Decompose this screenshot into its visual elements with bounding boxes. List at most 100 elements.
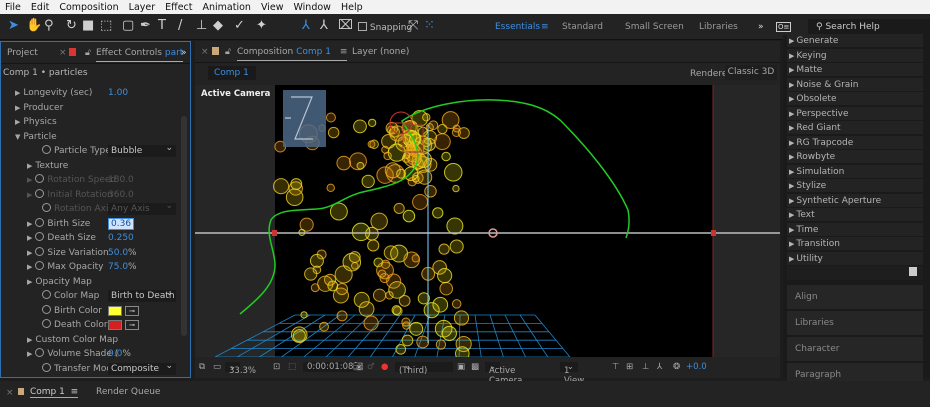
eraser-tool-icon[interactable]: ◆ [213,18,223,33]
panel-overflow-icon[interactable]: » [181,48,187,58]
collapsed-arrow-icon[interactable]: ▶ [27,263,32,271]
region-of-interest-icon[interactable]: ▣ [457,362,465,372]
collapsed-arrow-icon[interactable]: ▶ [27,336,32,344]
stopwatch-icon[interactable] [35,188,45,198]
tab-layer[interactable]: Layer (none) [352,47,409,57]
menu-composition[interactable]: Composition [54,2,123,13]
monitor-icon[interactable]: ▭ [213,362,221,372]
property-row[interactable]: ▶ Longevity (sec) 1.00 [1,86,179,100]
close-tab-icon[interactable]: × [59,48,67,58]
stopwatch-icon[interactable] [35,246,45,256]
tab-timeline-comp[interactable]: Comp 1 ≡ [30,387,79,398]
snapping-checkbox[interactable]: Snapping [358,22,412,33]
collapsed-arrow-icon[interactable]: ▶ [27,176,32,184]
effect-category[interactable]: ▶ Stylize [787,179,923,193]
property-row[interactable]: ▶ Size Variation 50.0% [1,246,179,260]
color-swatch[interactable] [108,320,122,330]
reset-exposure-icon[interactable]: ❂ [673,362,680,372]
workspace-essentials[interactable]: Essentials [495,22,540,32]
property-value[interactable]: 0.36 [108,217,135,231]
workspace-libraries[interactable]: Libraries [699,22,738,32]
tab-composition[interactable]: Composition Comp 1 ≡ [237,47,348,61]
show-snapshot-icon[interactable]: ♂ [367,362,375,372]
property-row[interactable]: ▶ Death Size 0.250 [1,231,179,245]
effect-category[interactable]: ▶ Text [787,208,923,222]
menu-view[interactable]: View [256,2,289,13]
zoom-dropdown[interactable]: 33.3% ⌄ [225,362,256,376]
property-value[interactable]: 180.0 [108,173,134,187]
eyedropper-icon[interactable]: ⊸ [125,320,139,330]
new-folder-icon[interactable] [909,267,917,276]
lock-icon[interactable]: 🔓︎ [85,48,91,58]
collapsed-arrow-icon[interactable]: ▶ [27,234,32,242]
brush-tool-icon[interactable]: / [178,18,182,33]
property-row[interactable]: ▶ Producer [1,101,179,115]
roto-brush-tool-icon[interactable]: ✓ [234,18,245,33]
pen-tool-icon[interactable]: ✒ [140,18,151,33]
channel-icon[interactable]: ● [381,362,388,372]
property-row[interactable]: Birth Color ⊸ [1,304,179,318]
property-row[interactable]: ▶ Custom Color Map [1,333,179,347]
stopwatch-icon[interactable] [42,145,51,154]
camera-tool-icon[interactable]: ■ [82,18,94,33]
effect-category[interactable]: ▶ Synthetic Aperture [787,193,923,208]
stopwatch-icon[interactable] [35,348,45,357]
property-row[interactable]: ▶ Rotation Speed 180.0 [1,173,179,187]
shape-tool-icon[interactable]: ▢ [122,18,134,33]
local-axis-icon[interactable]: ⅄ [302,18,310,33]
stopwatch-icon[interactable] [35,232,45,241]
property-value[interactable]: 0.0% [108,347,131,361]
timecode[interactable]: 0:00:01:08 [303,362,358,372]
property-value[interactable]: 75.0% [108,260,137,274]
property-dropdown[interactable]: Bubble [108,142,176,157]
stopwatch-icon[interactable] [42,362,51,372]
zoom-tool-icon[interactable]: ⚲ [44,18,54,33]
workspace-small-screen[interactable]: Small Screen [625,22,684,32]
collapsed-arrow-icon[interactable]: ▶ [15,118,20,126]
collapsed-arrow-icon[interactable]: ▶ [27,220,32,228]
composition-viewer[interactable]: Active Camera [195,85,780,357]
property-row[interactable]: ▶ Physics [1,115,179,129]
effect-category[interactable]: ▶ Utility [787,251,923,266]
menu-file[interactable]: File [0,2,26,13]
lock-icon[interactable]: 🔓︎ [225,47,231,57]
viewer-canvas[interactable] [195,85,780,357]
resolution-dropdown[interactable]: (Third) ⌄ [395,362,453,376]
property-row[interactable]: ▶ Volume Shade (0.0% [1,347,179,361]
scrollbar[interactable] [181,116,187,336]
effect-category[interactable]: ▶ Rowbyte [787,150,923,164]
property-row[interactable]: Color Map Birth to Death [1,287,179,303]
effect-category[interactable]: ▶ Keying [787,48,923,63]
panel-menu-icon[interactable]: ≡ [340,47,348,57]
property-dropdown[interactable]: Any Axis [108,200,176,215]
property-row[interactable]: Particle Type Bubble [1,142,179,158]
panel-align[interactable]: Align [787,285,923,309]
resolution-grid-icon[interactable]: ⊡ [273,362,280,372]
menu-effect[interactable]: Effect [160,2,197,13]
property-value[interactable]: 1.00 [108,86,128,100]
collapsed-arrow-icon[interactable]: ▶ [15,104,20,112]
snap-grid-icon[interactable]: ⁙ [424,18,435,33]
stopwatch-icon[interactable] [42,203,51,212]
effect-category[interactable]: ▶ Simulation [787,164,923,179]
camera-dropdown[interactable]: Active Camera ⌄ [485,362,522,386]
property-row[interactable]: ▶ Texture [1,159,179,173]
panel-libraries[interactable]: Libraries [787,311,923,335]
more-workspaces-icon[interactable]: » [758,22,764,32]
effect-category[interactable]: ▶ Time [787,222,923,237]
always-preview-icon[interactable]: ⧉ [199,362,205,372]
transparency-grid-icon[interactable]: ▩ [471,362,479,372]
view-axis-icon[interactable]: ⌧ [338,18,353,33]
property-row[interactable]: Death Color ⊸ [1,318,179,332]
menu-help[interactable]: Help [336,2,368,13]
menu-edit[interactable]: Edit [26,2,54,13]
comp-subtab[interactable]: Comp 1 [208,66,256,80]
workspace-menu-icon[interactable]: ≡ [541,22,549,32]
effect-category[interactable]: ▶ Red Giant [787,121,923,135]
stopwatch-icon[interactable] [35,261,45,270]
toggle-pixel-aspect-icon[interactable]: ⊤ [612,362,619,372]
mask-visibility-icon[interactable]: ⬚ [288,362,296,372]
timeline-icon[interactable]: ⊥ [642,362,649,372]
tab-project[interactable]: Project [7,48,38,58]
property-row[interactable]: ▶ Max Opacity 75.0% [1,260,179,274]
